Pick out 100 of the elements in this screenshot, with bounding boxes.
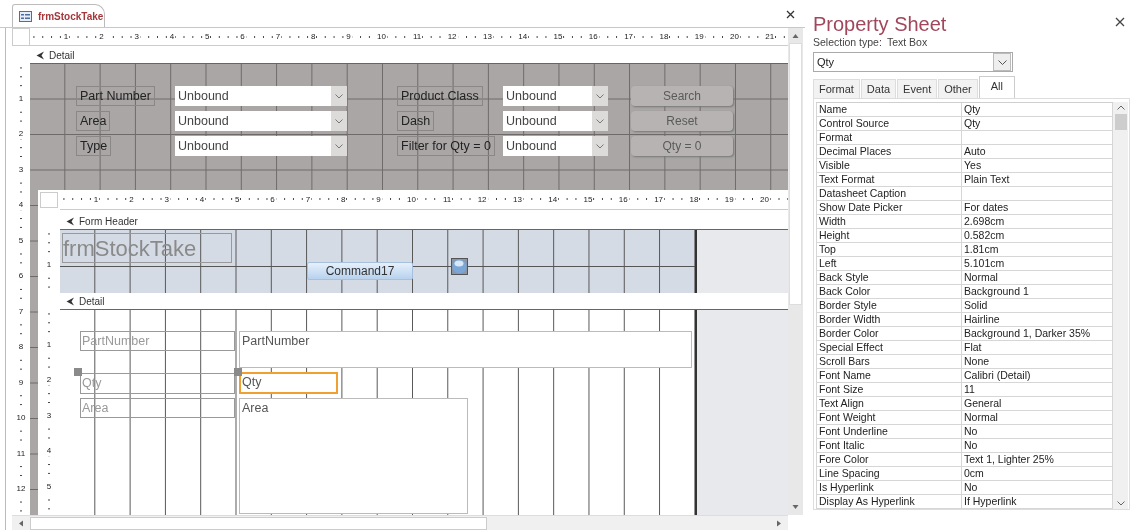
scroll-thumb[interactable]	[30, 516, 487, 530]
ruler-number: 13	[481, 32, 493, 41]
property-name: Font Name	[817, 369, 962, 382]
property-name: Display As Hyperlink	[817, 495, 962, 508]
scroll-thumb[interactable]	[789, 43, 802, 305]
ruler-number: 4	[18, 199, 24, 210]
property-name: Left	[817, 257, 962, 270]
ruler-number: 18	[688, 195, 700, 204]
ruler-number: 5	[234, 195, 241, 204]
combo-box[interactable]: Unbound	[175, 136, 347, 156]
ruler-number: 11	[16, 447, 26, 459]
ruler-number: 4	[198, 195, 206, 204]
property-name: Is Hyperlink	[817, 481, 962, 494]
section-title: Detail	[49, 50, 75, 61]
ruler-number: 1	[62, 32, 70, 41]
ruler-number: 3	[46, 409, 52, 421]
scroll-thumb[interactable]	[1114, 114, 1127, 130]
property-name: Font Underline	[817, 425, 962, 438]
vertical-scrollbar[interactable]	[1113, 102, 1128, 509]
vertical-scrollbar[interactable]	[788, 28, 803, 515]
ruler-number: 12	[446, 32, 458, 41]
section-arrow-icon	[66, 217, 75, 226]
ruler-number: 18	[658, 32, 670, 41]
ruler-number: 16	[617, 195, 629, 204]
document-tab[interactable]: frmStockTake	[12, 4, 105, 27]
ruler-number: 6	[269, 195, 276, 204]
ruler-number: 17	[623, 32, 635, 41]
property-name: Font Italic	[817, 439, 962, 452]
ruler-number: 6	[18, 270, 24, 281]
scroll-right-icon[interactable]	[776, 519, 782, 527]
text-box[interactable]: Area	[239, 398, 468, 514]
ruler-number: 9	[375, 195, 382, 204]
property-name: Line Spacing	[817, 467, 962, 480]
ruler-number: 10	[376, 32, 387, 41]
ruler-number: 3	[133, 32, 140, 41]
section-arrow-icon	[66, 297, 75, 306]
ruler-number: 3	[163, 195, 170, 204]
ruler-number: 4	[168, 32, 176, 41]
ruler-number: 9	[345, 32, 352, 41]
section-title: Form Header	[79, 216, 138, 227]
ruler-number: 11	[411, 32, 423, 41]
tab[interactable]: Format	[813, 79, 860, 98]
property-name: Border Style	[817, 299, 962, 312]
combo-box[interactable]: Unbound	[175, 86, 347, 106]
text-box[interactable]: Qty	[239, 372, 338, 394]
chevron-down-icon	[335, 93, 343, 99]
object-selector[interactable]: Qty	[813, 52, 1013, 72]
combo-box[interactable]: Unbound	[503, 136, 608, 156]
move-handle[interactable]	[74, 368, 82, 376]
combo-box[interactable]: Unbound	[503, 86, 608, 106]
ruler-number: 17	[653, 195, 665, 204]
chevron-down-icon	[335, 118, 343, 124]
ruler-number: 19	[693, 32, 705, 41]
chevron-down-icon	[596, 143, 604, 149]
ruler-number: 3	[18, 163, 24, 175]
scroll-down-icon[interactable]	[792, 504, 799, 510]
ruler-number: 5	[18, 234, 24, 246]
text-box[interactable]: PartNumber	[239, 331, 692, 368]
tab[interactable]: Other	[938, 79, 978, 98]
combo-box[interactable]: Unbound	[175, 111, 347, 131]
ruler-number: 6	[239, 32, 246, 41]
move-handle[interactable]	[234, 368, 242, 376]
scroll-up-icon[interactable]	[1116, 105, 1125, 110]
ruler-number: 1	[92, 195, 100, 204]
field-label: Product Class	[397, 86, 483, 106]
property-name: Format	[817, 131, 962, 144]
property-name: Font Weight	[817, 411, 962, 424]
close-icon[interactable]	[1115, 17, 1125, 27]
chevron-down-icon	[596, 118, 604, 124]
scroll-up-icon[interactable]	[792, 33, 799, 39]
field-label: Part Number	[76, 86, 155, 106]
ruler-number: 8	[339, 195, 347, 204]
image-control-icon	[451, 258, 468, 275]
property-name: Back Color	[817, 285, 962, 298]
combo-box[interactable]: Unbound	[503, 111, 608, 131]
ruler-number: 1	[46, 338, 52, 350]
scroll-left-icon[interactable]	[18, 519, 24, 527]
ruler-number: 10	[406, 195, 417, 204]
ruler-corner[interactable]	[12, 28, 30, 46]
property-name: Text Align	[817, 397, 962, 410]
tab[interactable]: Data	[860, 79, 897, 98]
ruler-number: 2	[46, 374, 52, 385]
selection-type-label: Selection type:	[813, 36, 882, 48]
ruler-number: 7	[304, 195, 312, 204]
ruler-number: 14	[547, 195, 559, 204]
ruler-number: 20	[729, 32, 740, 41]
property-name: Width	[817, 215, 962, 228]
horizontal-scrollbar[interactable]	[12, 515, 788, 530]
scroll-down-icon[interactable]	[1116, 501, 1125, 506]
ruler-number: 16	[587, 32, 599, 41]
ruler-number: 4	[46, 445, 52, 456]
property-name: Datasheet Caption	[817, 187, 962, 200]
property-name: Back Style	[817, 271, 962, 284]
ruler-corner[interactable]	[40, 192, 58, 208]
tab[interactable]: Event	[897, 79, 938, 98]
section-arrow-icon	[36, 51, 45, 60]
tab[interactable]: All	[978, 76, 1015, 98]
ruler-number: 12	[16, 483, 26, 494]
command-button[interactable]: Command17	[307, 262, 413, 280]
close-icon[interactable]	[786, 10, 795, 19]
